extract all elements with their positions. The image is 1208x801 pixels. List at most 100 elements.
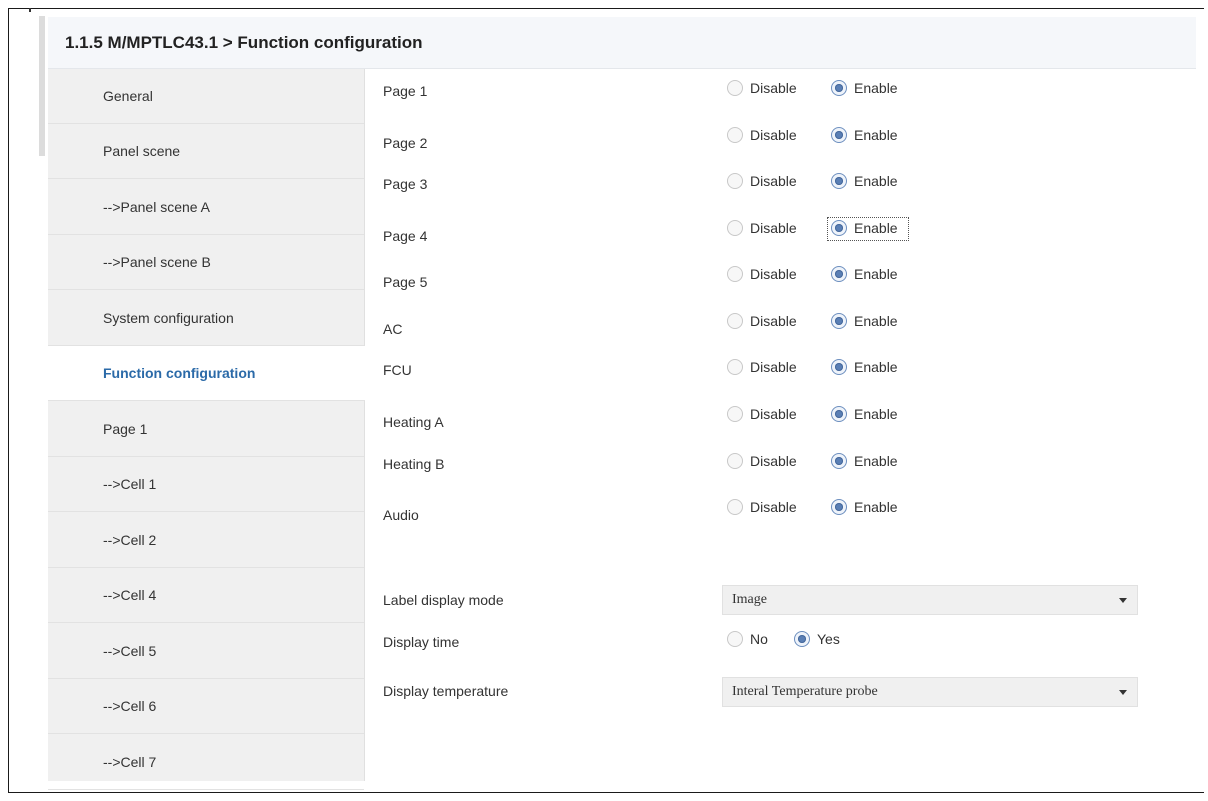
radio-label: Enable	[854, 127, 898, 143]
param-row-display-time: Display time No Yes	[366, 629, 1196, 669]
radio-label: Enable	[854, 499, 898, 515]
radio-label: Disable	[750, 80, 797, 96]
radio-label: Disable	[750, 453, 797, 469]
sidebar-item-cell-2[interactable]: -->Cell 2	[48, 513, 364, 568]
sidebar-item-label: System configuration	[103, 310, 234, 326]
radio-disable[interactable]: Disable	[724, 218, 812, 240]
page-header: 1.1.5 M/MPTLC43.1 > Function configurati…	[48, 17, 1196, 69]
display-temperature-select[interactable]: Interal Temperature probe	[722, 677, 1138, 707]
radio-unchecked-icon	[727, 313, 743, 329]
sidebar-item-label: -->Cell 5	[103, 643, 157, 659]
radio-disable[interactable]: Disable	[724, 497, 812, 519]
radio-label: Enable	[854, 453, 898, 469]
window-corner-mark	[29, 8, 31, 12]
radio-enable[interactable]: Enable	[828, 357, 908, 379]
radio-disable[interactable]: Disable	[724, 311, 812, 333]
radio-unchecked-icon	[727, 220, 743, 236]
radio-enable[interactable]: Enable	[828, 311, 908, 333]
radio-disable[interactable]: Disable	[724, 264, 812, 286]
radio-disable[interactable]: Disable	[724, 357, 812, 379]
sidebar-nav: General Panel scene -->Panel scene A -->Pan…	[48, 69, 365, 790]
radio-yes[interactable]: Yes	[791, 629, 847, 651]
sidebar-item-page-1[interactable]: Page 1	[48, 402, 364, 457]
radio-enable[interactable]: Enable	[828, 125, 908, 147]
sidebar-item-cell-6[interactable]: -->Cell 6	[48, 679, 364, 734]
radio-enable[interactable]: Enable	[828, 78, 908, 100]
chevron-down-icon	[1119, 598, 1127, 603]
sidebar-item-label: Panel scene	[103, 143, 181, 159]
radio-checked-icon	[831, 173, 847, 189]
param-row-ac: AC Disable Enable	[366, 309, 1196, 349]
param-label: Page 1	[383, 83, 428, 99]
sidebar-item-general[interactable]: General	[48, 69, 364, 124]
parameter-panel: Label display mode Image Display time No Y…	[366, 69, 1196, 781]
sidebar-item-label: -->Cell 7	[103, 754, 157, 770]
radio-unchecked-icon	[727, 453, 743, 469]
param-row-label-display-mode: Label display mode Image	[366, 582, 1196, 622]
sidebar-item-label: -->Cell 1	[103, 476, 157, 492]
radio-enable[interactable]: Enable	[828, 171, 908, 193]
radio-unchecked-icon	[727, 499, 743, 515]
radio-disable[interactable]: Disable	[724, 125, 812, 147]
sidebar-item-label: -->Panel scene A	[103, 199, 211, 215]
label-display-mode-select[interactable]: Image	[722, 585, 1138, 615]
sidebar-item-label: Function configuration	[103, 365, 256, 381]
radio-checked-icon	[831, 453, 847, 469]
sidebar-item-panel-scene-b[interactable]: -->Panel scene B	[48, 235, 364, 290]
left-scrollbar[interactable]	[39, 16, 45, 156]
radio-label: Enable	[854, 220, 898, 236]
chevron-down-icon	[1119, 690, 1127, 695]
radio-checked-icon	[831, 406, 847, 422]
radio-checked-icon	[831, 220, 847, 236]
radio-checked-icon	[831, 499, 847, 515]
select-value: Interal Temperature probe	[732, 684, 878, 699]
sidebar-item-panel-scene-a[interactable]: -->Panel scene A	[48, 180, 364, 235]
radio-label: Disable	[750, 173, 797, 189]
sidebar-item-label: -->Panel scene B	[103, 254, 211, 270]
radio-enable[interactable]: Enable	[828, 451, 908, 473]
param-row-audio: Audio Disable Enable	[366, 495, 1196, 535]
radio-disable[interactable]: Disable	[724, 171, 812, 193]
radio-unchecked-icon	[727, 266, 743, 282]
param-label: AC	[383, 321, 403, 337]
sidebar-item-label: General	[103, 88, 153, 104]
radio-enable[interactable]: Enable	[828, 497, 908, 519]
radio-enable[interactable]: Enable	[828, 404, 908, 426]
sidebar-item-system-configuration[interactable]: System configuration	[48, 291, 364, 346]
param-label: Label display mode	[383, 592, 504, 608]
radio-checked-icon	[831, 80, 847, 96]
sidebar-item-cell-4[interactable]: -->Cell 4	[48, 568, 364, 623]
radio-label: Disable	[750, 313, 797, 329]
select-value: Image	[732, 592, 767, 607]
radio-label: Disable	[750, 359, 797, 375]
param-label: Page 2	[383, 135, 428, 151]
radio-label: Disable	[750, 220, 797, 236]
radio-unchecked-icon	[727, 631, 743, 647]
param-label: Display time	[383, 634, 460, 650]
sidebar-item-cell-1[interactable]: -->Cell 1	[48, 457, 364, 512]
sidebar-item-label: -->Cell 2	[103, 532, 157, 548]
sidebar-item-cell-5[interactable]: -->Cell 5	[48, 624, 364, 679]
radio-enable[interactable]: Enable	[827, 217, 909, 241]
radio-label: Disable	[750, 499, 797, 515]
radio-checked-icon	[794, 631, 810, 647]
param-row-page-4: Page 4 Disable Enable	[366, 216, 1196, 256]
param-label: Heating B	[383, 456, 445, 472]
radio-enable[interactable]: Enable	[828, 264, 908, 286]
param-label: Heating A	[383, 414, 444, 430]
radio-label: Disable	[750, 266, 797, 282]
radio-no[interactable]: No	[724, 629, 772, 651]
radio-disable[interactable]: Disable	[724, 404, 812, 426]
radio-label: Enable	[854, 313, 898, 329]
radio-checked-icon	[831, 127, 847, 143]
radio-disable[interactable]: Disable	[724, 78, 812, 100]
sidebar-item-function-configuration[interactable]: Function configuration	[48, 346, 365, 401]
sidebar-item-panel-scene[interactable]: Panel scene	[48, 124, 364, 179]
param-row-heating-b: Heating B Disable Enable	[366, 449, 1196, 489]
radio-disable[interactable]: Disable	[724, 451, 812, 473]
param-row-page-2: Page 2 Disable Enable	[366, 123, 1196, 163]
param-label: Page 4	[383, 228, 428, 244]
sidebar-item-cell-7[interactable]: -->Cell 7	[48, 735, 364, 790]
param-label: Display temperature	[383, 683, 509, 699]
radio-checked-icon	[831, 359, 847, 375]
